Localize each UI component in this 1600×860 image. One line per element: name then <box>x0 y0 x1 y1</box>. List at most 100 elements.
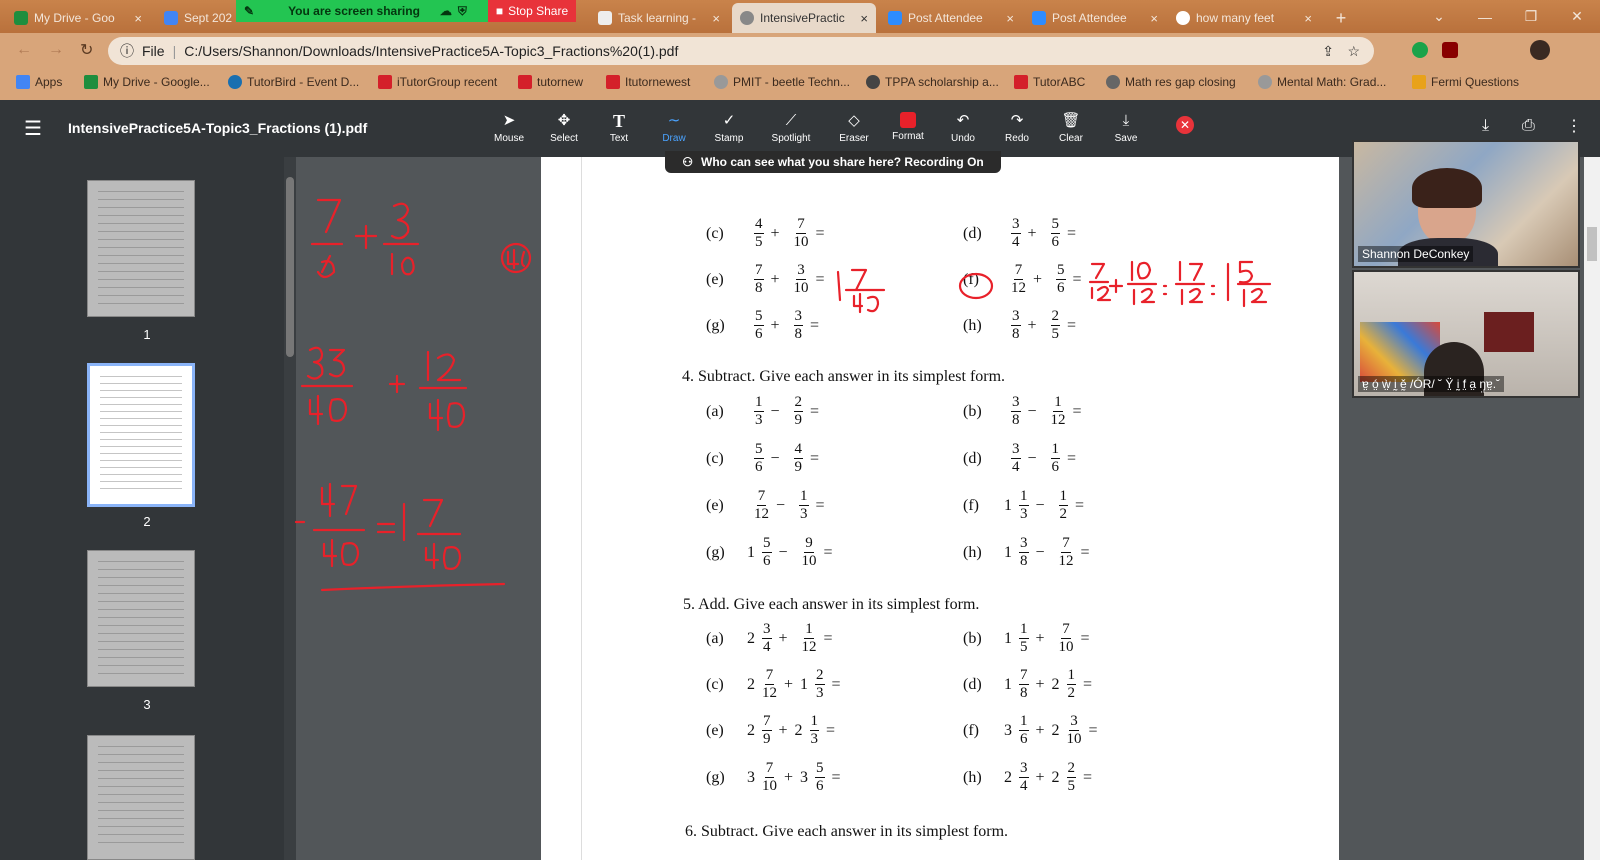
tool-spotlight[interactable]: ⟋ Spotlight <box>763 112 819 144</box>
tab-post-attendee-1[interactable]: Post Attendee × <box>880 3 1022 33</box>
equals-sign: = <box>823 629 833 647</box>
restore-icon[interactable]: ❐ <box>1508 0 1554 33</box>
bookmark-tutorbird[interactable]: TutorBird - Event D... <box>228 75 359 89</box>
bookmark-my-drive[interactable]: My Drive - Google... <box>84 75 210 89</box>
menu-icon[interactable]: ☰ <box>24 116 42 141</box>
screen-sharing-indicator[interactable]: ✎ You are screen sharing ☁ ⛨ <box>236 0 488 22</box>
numerator: 5 <box>754 308 764 326</box>
tab-task-learning[interactable]: Task learning - × <box>590 3 728 33</box>
tab-google-search[interactable]: how many feet × <box>1168 3 1320 33</box>
page-thumbnail-2[interactable] <box>87 363 195 507</box>
equals-sign: = <box>1083 675 1093 693</box>
extension-icon[interactable] <box>1412 42 1428 58</box>
page-thumbnail-1[interactable] <box>87 180 195 317</box>
equals-sign: = <box>823 543 833 561</box>
numerator: 7 <box>756 488 767 506</box>
tab-my-drive[interactable]: My Drive - Goo × <box>6 3 150 33</box>
denominator: 5 <box>1020 639 1028 655</box>
whole-1: 3 <box>1004 721 1012 739</box>
whole-1: 3 <box>747 768 755 786</box>
bookmark-math-res[interactable]: Math res gap closing <box>1106 75 1236 89</box>
minimize-icon[interactable]: — <box>1462 0 1508 33</box>
tool-clear[interactable]: 🗑 Clear <box>1043 112 1099 144</box>
numerator: 7 <box>796 216 806 234</box>
new-tab-button[interactable]: + <box>1326 3 1356 33</box>
close-icon[interactable]: × <box>712 11 720 26</box>
equals-sign: = <box>810 316 820 334</box>
tab-post-attendee-2[interactable]: Post Attendee × <box>1024 3 1166 33</box>
problem-label: (c) <box>706 675 724 693</box>
bookmark-tppa[interactable]: TPPA scholarship a... <box>866 75 999 89</box>
denominator: 4 <box>1020 778 1028 794</box>
denominator: 8 <box>755 280 763 296</box>
participant-video-1[interactable]: Shannon DeConkey <box>1352 140 1580 268</box>
denominator: 12 <box>1050 412 1066 428</box>
recording-banner[interactable]: ⚇ Who can see what you share here? Record… <box>665 151 1001 173</box>
itutor-icon <box>518 75 532 89</box>
main-scrollbar[interactable] <box>1584 157 1600 860</box>
tppa-icon <box>866 75 880 89</box>
bookmark-itutornewest[interactable]: Itutornewest <box>606 75 690 89</box>
star-icon[interactable]: ☆ <box>1347 43 1360 60</box>
reload-icon[interactable]: ↻ <box>80 40 93 60</box>
tool-mouse[interactable]: ➤ Mouse <box>481 112 537 144</box>
operator: + <box>778 629 788 647</box>
close-icon[interactable]: × <box>1150 11 1158 26</box>
participant-video-2[interactable]: ɐ̤ ó̤ ẁ̤ ḭ ḛ̌ /ÓR/ ˘ Ÿ̤ ḭ f̤ a̤ ŋ̤ɐ̤.˘ <box>1352 270 1580 398</box>
close-icon[interactable]: × <box>134 11 142 26</box>
globe-icon <box>1106 75 1120 89</box>
color-swatch-icon <box>900 112 916 128</box>
page-thumbnail-4[interactable] <box>87 735 195 860</box>
tool-redo[interactable]: ↷ Redo <box>989 112 1045 144</box>
bookmark-itutorgroup[interactable]: iTutorGroup recent <box>378 75 497 89</box>
bookmark-tutorabc[interactable]: TutorABC <box>1014 75 1085 89</box>
globe-icon <box>714 75 728 89</box>
tool-save[interactable]: ⤓ Save <box>1098 112 1154 144</box>
page-thumbnail-3[interactable] <box>87 550 195 687</box>
close-icon[interactable]: × <box>1006 11 1014 26</box>
tool-undo[interactable]: ↶ Undo <box>935 112 991 144</box>
close-icon[interactable]: × <box>1304 11 1312 26</box>
tool-text[interactable]: T Text <box>591 112 647 144</box>
operator: + <box>1033 270 1043 288</box>
denominator: 4 <box>1012 234 1020 250</box>
eraser-icon: ◇ <box>848 112 860 129</box>
denominator: 12 <box>1011 280 1026 296</box>
bookmark-mental-math[interactable]: Mental Math: Grad... <box>1258 75 1386 89</box>
equals-sign: = <box>1067 224 1077 242</box>
numerator: 2 <box>1050 308 1061 326</box>
bookmark-fermi[interactable]: Fermi Questions <box>1412 75 1519 89</box>
chevron-down-icon[interactable]: ⌄ <box>1416 0 1462 33</box>
forward-icon[interactable]: → <box>48 41 64 59</box>
tool-stamp[interactable]: ✓ Stamp <box>701 112 757 144</box>
stop-share-button[interactable]: ■ Stop Share <box>488 0 576 22</box>
url-field[interactable]: ⓘ File | C:/Users/Shannon/Downloads/Inte… <box>108 37 1374 65</box>
close-icon[interactable]: × <box>860 11 868 26</box>
bookmark-pmit[interactable]: PMIT - beetle Techn... <box>714 75 850 89</box>
fraction-1: 34 <box>1019 760 1029 795</box>
tab-sept[interactable]: Sept 202 <box>156 3 236 33</box>
sidebar-scrollbar[interactable] <box>284 157 296 860</box>
bookmark-apps[interactable]: Apps <box>16 75 62 89</box>
tool-format[interactable]: Format <box>880 112 936 142</box>
operator: − <box>1035 496 1045 514</box>
bookmark-tutornew[interactable]: tutornew <box>518 75 583 89</box>
close-window-icon[interactable]: ✕ <box>1554 0 1600 33</box>
tool-select[interactable]: ✥ Select <box>536 112 592 144</box>
close-annotation-icon[interactable]: ✕ <box>1176 116 1194 134</box>
download-icon[interactable]: ⤓ <box>1482 117 1489 135</box>
problem-label: (d) <box>963 224 982 242</box>
profile-avatar[interactable] <box>1530 40 1550 60</box>
more-icon[interactable]: ⋮ <box>1566 116 1582 136</box>
save-icon: ⤓ <box>1122 112 1130 129</box>
tab-intensive-practice[interactable]: IntensivePractic × <box>732 3 876 33</box>
operator: − <box>776 496 786 514</box>
tool-draw[interactable]: ∼ Draw <box>646 112 702 144</box>
stop-icon: ■ <box>495 4 504 18</box>
tool-eraser[interactable]: ◇ Eraser <box>826 112 882 144</box>
share-icon[interactable]: ⇪ <box>1322 43 1334 60</box>
ublock-icon[interactable] <box>1442 42 1458 58</box>
print-icon[interactable]: ⎙ <box>1522 117 1535 135</box>
back-icon[interactable]: ← <box>16 41 32 59</box>
problem-label: (c) <box>706 224 724 242</box>
